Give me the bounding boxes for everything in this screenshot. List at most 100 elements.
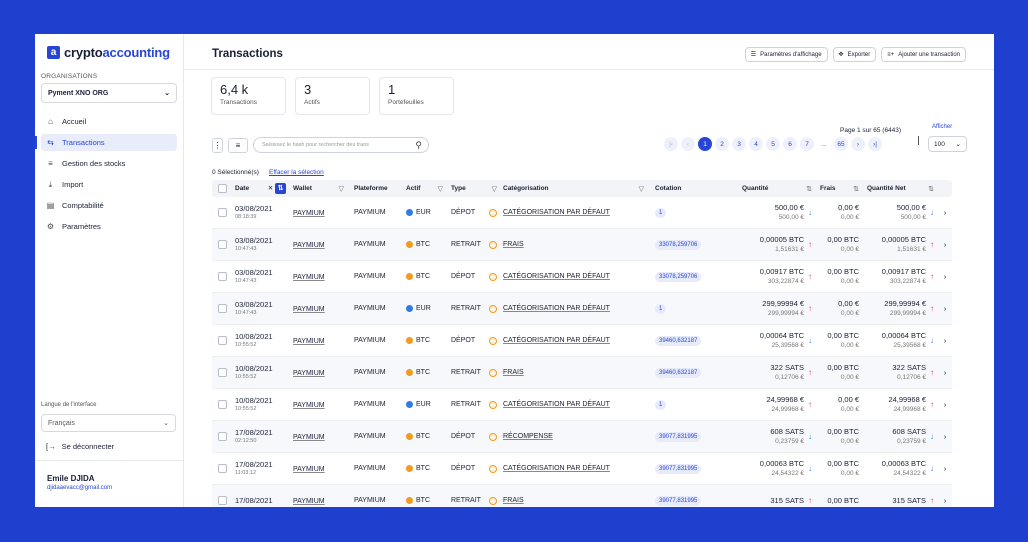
table-row[interactable]: 17/08/2021 11:03:12 PAYMIUM PAYMIUM BTC … [212,453,952,485]
category-link[interactable]: RÉCOMPENSE [503,433,553,440]
category-link[interactable]: FRAIS [503,241,524,248]
column-platform[interactable]: Plateforme [350,185,402,192]
page-button[interactable]: 65 [834,137,848,151]
language-select[interactable]: Français ⌄ [41,414,176,432]
chevron-right-icon[interactable]: › [938,496,952,505]
row-checkbox[interactable] [217,432,227,441]
clear-selection-link[interactable]: Effacer la sélection [269,169,324,176]
column-fees[interactable]: Frais ⇅ [816,185,862,193]
filter-icon[interactable]: ▽ [492,185,497,193]
chevron-right-icon[interactable]: › [938,464,952,473]
row-checkbox[interactable] [217,272,227,281]
sidebar-item-accueil[interactable]: ⌂ Accueil [41,113,177,130]
column-type[interactable]: Type ▽ [447,185,501,193]
category-link[interactable]: FRAIS [503,497,524,504]
chevron-right-icon[interactable]: › [938,432,952,441]
category-link[interactable]: CATÉGORISATION PAR DÉFAUT [503,401,610,408]
wallet-link[interactable]: PAYMIUM [293,242,325,249]
row-checkbox[interactable] [217,208,227,217]
table-row[interactable]: 03/08/2021 10:47:43 PAYMIUM PAYMIUM EUR … [212,293,952,325]
table-row[interactable]: 10/08/2021 10:55:52 PAYMIUM PAYMIUM BTC … [212,325,952,357]
chevron-right-icon[interactable]: › [938,368,952,377]
wallet-link[interactable]: PAYMIUM [293,498,325,505]
row-checkbox[interactable] [217,336,227,345]
column-net[interactable]: Quantité Net ⇅ [862,185,938,193]
display-settings-button[interactable]: ☰ Paramètres d'affichage [744,47,828,62]
wallet-link[interactable]: PAYMIUM [293,338,325,345]
sidebar-item-import[interactable]: ⤓ Import [41,176,177,193]
category-link[interactable]: CATÉGORISATION PAR DÉFAUT [503,337,610,344]
chevron-right-icon[interactable]: › [938,400,952,409]
table-row[interactable]: 10/08/2021 10:55:52 PAYMIUM PAYMIUM EUR … [212,389,952,421]
chevron-right-icon[interactable]: › [938,240,952,249]
page-size-select[interactable]: 100 ⌄ [928,136,967,152]
sidebar-item-gestion-des-stocks[interactable]: ≡ Gestion des stocks [41,155,177,172]
table-row[interactable]: 03/08/2021 08:18:39 PAYMIUM PAYMIUM EUR … [212,197,952,229]
sort-icon[interactable]: ⇅ [806,185,812,193]
filter-icon[interactable]: ▽ [639,185,644,193]
table-row[interactable]: 17/08/2021 02:12:50 PAYMIUM PAYMIUM BTC … [212,421,952,453]
wallet-link[interactable]: PAYMIUM [293,370,325,377]
page-button[interactable]: 1 [698,137,712,151]
page-button[interactable]: 6 [783,137,797,151]
page-button[interactable]: 4 [749,137,763,151]
select-all-checkbox[interactable] [217,184,227,193]
sidebar-item-comptabilit-[interactable]: ▤ Comptabilité [41,197,177,214]
row-checkbox[interactable] [217,304,227,313]
category-link[interactable]: FRAIS [503,369,524,376]
filter-icon[interactable]: ▽ [339,185,344,193]
page-button[interactable]: 5 [766,137,780,151]
wallet-link[interactable]: PAYMIUM [293,274,325,281]
logo[interactable]: a cryptoaccounting [41,45,177,60]
page-button[interactable]: 3 [732,137,746,151]
row-checkbox[interactable] [217,368,227,377]
sidebar-item-transactions[interactable]: ⇆ Transactions [35,134,177,151]
user-email[interactable]: djidaaevacc@gmail.com [47,485,112,491]
export-button[interactable]: ✥ Exporter [832,47,877,62]
table-row[interactable]: 10/08/2021 10:55:52 PAYMIUM PAYMIUM BTC … [212,357,952,389]
next-page-button[interactable]: › [851,137,865,151]
column-wallet[interactable]: Wallet ▽ [289,185,350,193]
more-options-button[interactable]: ⋮ [212,137,223,153]
sort-icon[interactable]: ⇅ [928,185,934,193]
sort-icon[interactable]: ⇅ [853,185,859,193]
column-filter-button[interactable]: ≡ [228,137,248,153]
page-button[interactable]: 2 [715,137,729,151]
logout-button[interactable]: [→ Se déconnecter [46,442,114,451]
category-link[interactable]: CATÉGORISATION PAR DÉFAUT [503,209,610,216]
sort-icon[interactable]: ⇅ [275,183,286,194]
search-input[interactable]: Saisissez le hash pour rechercher des tr… [253,137,429,153]
chevron-right-icon[interactable]: › [938,272,952,281]
column-category[interactable]: Catégorisation ▽ [501,185,650,193]
page-button[interactable]: 7 [800,137,814,151]
row-checkbox[interactable] [217,496,227,505]
wallet-link[interactable]: PAYMIUM [293,210,325,217]
close-icon[interactable]: ✕ [268,185,273,192]
chevron-right-icon[interactable]: › [938,208,952,217]
last-page-button[interactable]: ›| [868,137,882,151]
org-select[interactable]: Pyment XNO ORG ⌄ [41,83,177,103]
category-link[interactable]: CATÉGORISATION PAR DÉFAUT [503,465,610,472]
table-row[interactable]: 03/08/2021 10:47:43 PAYMIUM PAYMIUM BTC … [212,229,952,261]
table-row[interactable]: 17/08/2021 PAYMIUM PAYMIUM BTC RETRAIT F… [212,485,952,507]
row-checkbox[interactable] [217,464,227,473]
column-asset[interactable]: Actif ▽ [402,185,447,193]
category-link[interactable]: CATÉGORISATION PAR DÉFAUT [503,305,610,312]
add-transaction-button[interactable]: ≡+ Ajouter une transaction [881,47,966,62]
column-qty[interactable]: Quantité ⇅ [736,185,816,193]
chevron-right-icon[interactable]: › [938,304,952,313]
wallet-link[interactable]: PAYMIUM [293,466,325,473]
wallet-link[interactable]: PAYMIUM [293,306,325,313]
column-date[interactable]: Date ✕ ⇅ [232,183,289,194]
row-checkbox[interactable] [217,240,227,249]
wallet-link[interactable]: PAYMIUM [293,402,325,409]
sidebar-item-param-tres[interactable]: ⚙ Paramètres [41,218,177,235]
first-page-button[interactable]: |‹ [664,137,678,151]
chevron-right-icon[interactable]: › [938,336,952,345]
column-quote[interactable]: Cotation [650,185,736,192]
row-checkbox[interactable] [217,400,227,409]
filter-icon[interactable]: ▽ [438,185,443,193]
wallet-link[interactable]: PAYMIUM [293,434,325,441]
category-link[interactable]: CATÉGORISATION PAR DÉFAUT [503,273,610,280]
prev-page-button[interactable]: ‹ [681,137,695,151]
